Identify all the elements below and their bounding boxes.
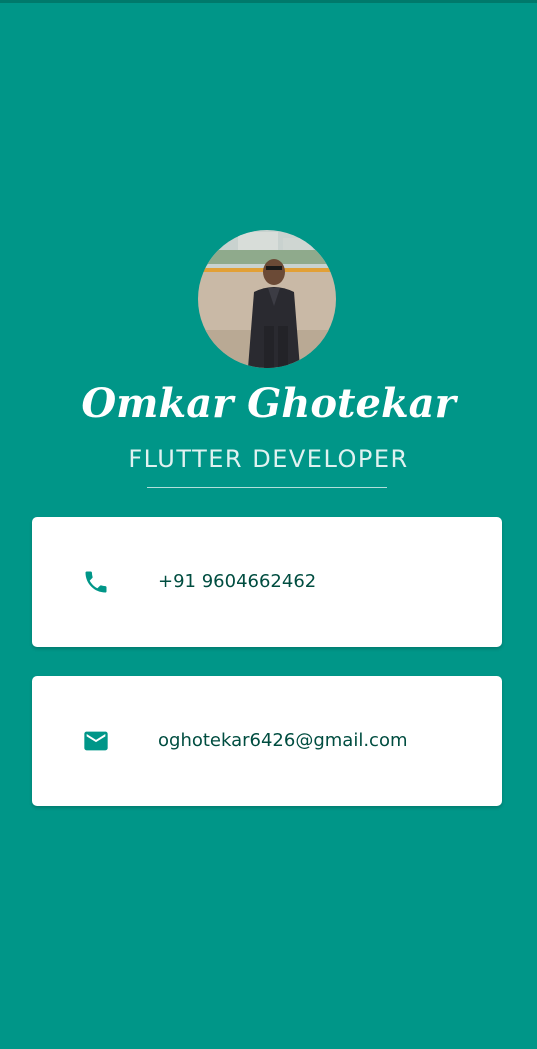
divider (147, 487, 387, 488)
email-address[interactable]: oghotekar6426@gmail.com (158, 726, 408, 756)
email-card[interactable]: oghotekar6426@gmail.com (32, 676, 502, 806)
phone-number[interactable]: +91 9604662462 (158, 567, 316, 597)
avatar-photo (198, 230, 336, 368)
status-bar-edge (0, 0, 537, 3)
avatar (198, 230, 336, 368)
phone-card[interactable]: +91 9604662462 (32, 517, 502, 647)
profile-title: FLUTTER DEVELOPER (128, 445, 409, 473)
phone-icon (82, 568, 110, 596)
profile-name: Omkar Ghotekar (81, 380, 456, 427)
mail-icon (82, 727, 110, 755)
